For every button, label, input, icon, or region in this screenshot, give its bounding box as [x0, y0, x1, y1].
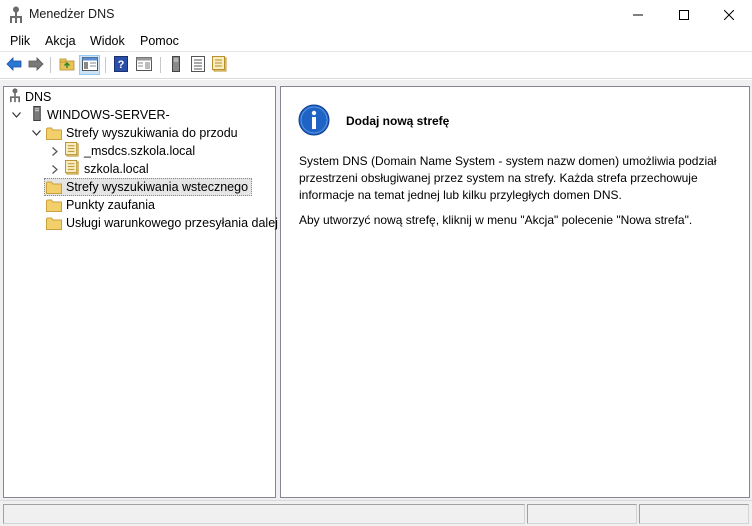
status-bar — [0, 500, 752, 526]
menu-view[interactable]: Widok — [90, 34, 125, 48]
up-one-level-button[interactable] — [56, 55, 77, 75]
folder-icon — [46, 217, 62, 230]
up-folder-icon — [59, 57, 75, 74]
menu-file[interactable]: Plik — [10, 34, 30, 48]
help-icon: ? — [113, 55, 128, 75]
panel-heading: Dodaj nową strefę — [346, 114, 450, 128]
status-cell-2 — [527, 504, 637, 524]
info-icon — [298, 104, 330, 136]
tree-item-conditional-forwarders[interactable]: Usługi warunkowego przesyłania dalej — [46, 214, 278, 232]
instruction-text: Aby utworzyć nową strefę, kliknij w menu… — [299, 213, 693, 227]
minimize-button[interactable] — [615, 0, 661, 30]
properties-view-icon — [135, 56, 152, 74]
tree-item-trust-points[interactable]: Punkty zaufania — [46, 196, 155, 214]
tree-label-reverse-zones: Strefy wyszukiwania wstecznego — [66, 180, 249, 194]
server-icon — [171, 55, 180, 75]
folder-icon — [46, 181, 62, 194]
list-button[interactable] — [187, 55, 208, 75]
forward-arrow-icon — [28, 56, 44, 74]
show-hide-tree-icon — [81, 56, 98, 74]
console-tree[interactable]: DNS WINDOWS-SERVER- Strefy wyszukiwania … — [3, 86, 278, 498]
toolbar-separator — [160, 57, 161, 73]
description-line-2: przestrzeni obsługiwanej przez system na… — [299, 171, 698, 185]
folder-icon — [46, 199, 62, 212]
description-line-1: System DNS (Domain Name System - system … — [299, 154, 717, 168]
zone-icon — [65, 142, 80, 160]
help-button[interactable]: ? — [110, 55, 131, 75]
tree-label-forward-zones: Strefy wyszukiwania do przodu — [66, 126, 238, 140]
zone-icon — [211, 55, 228, 75]
tree-label-zone-szkola: szkola.local — [84, 162, 149, 176]
forward-button[interactable] — [25, 55, 46, 75]
window-title: Menedżer DNS — [29, 7, 115, 21]
folder-icon — [46, 127, 62, 140]
tree-item-reverse-zones[interactable]: Strefy wyszukiwania wstecznego — [44, 178, 253, 196]
tree-label-zone-msdcs: _msdcs.szkola.local — [84, 144, 196, 158]
tree-item-dns[interactable]: DNS — [9, 88, 51, 106]
show-hide-console-tree-button[interactable] — [79, 55, 100, 75]
tree-item-forward-zones[interactable]: Strefy wyszukiwania do przodu — [30, 124, 238, 142]
tree-label-trust-points: Punkty zaufania — [66, 198, 155, 212]
description-line-3: informacje na temat jednej lub kilku prz… — [299, 188, 622, 202]
toolbar: ? — [0, 52, 752, 79]
maximize-button[interactable] — [661, 0, 707, 30]
zone-icon — [65, 160, 80, 178]
dns-manager-app-icon — [9, 6, 23, 24]
back-arrow-icon — [5, 56, 22, 74]
tree-label-dns: DNS — [25, 90, 52, 104]
chevron-right-icon[interactable] — [49, 145, 61, 157]
toolbar-separator — [50, 57, 51, 73]
title-bar: Menedżer DNS — [0, 0, 752, 30]
tree-item-zone-msdcs[interactable]: _msdcs.szkola.local — [49, 142, 195, 160]
back-button[interactable] — [3, 55, 24, 75]
server-icon — [33, 106, 41, 124]
tree-label-conditional-forwarders: Usługi warunkowego przesyłania dalej — [66, 216, 278, 230]
svg-text:?: ? — [117, 59, 124, 71]
tree-label-server: WINDOWS-SERVER- — [47, 108, 170, 122]
dns-icon — [9, 88, 21, 106]
toolbar-separator — [105, 57, 106, 73]
chevron-down-icon[interactable] — [30, 127, 42, 139]
tree-item-zone-szkola[interactable]: szkola.local — [49, 160, 149, 178]
tree-item-server[interactable]: WINDOWS-SERVER- — [10, 106, 170, 124]
status-cell-3 — [639, 504, 749, 524]
chevron-down-icon[interactable] — [10, 109, 22, 121]
menu-action[interactable]: Akcja — [45, 34, 76, 48]
menu-bar: Plik Akcja Widok Pomoc — [0, 30, 752, 52]
status-cell-main — [3, 504, 525, 524]
menu-help[interactable]: Pomoc — [140, 34, 179, 48]
zone-button[interactable] — [209, 55, 230, 75]
result-pane: Dodaj nową strefę System DNS (Domain Nam… — [280, 86, 750, 498]
chevron-right-icon[interactable] — [49, 163, 61, 175]
server-button[interactable] — [165, 55, 186, 75]
list-icon — [190, 55, 205, 75]
view-properties-button[interactable] — [133, 55, 154, 75]
close-button[interactable] — [706, 0, 752, 30]
